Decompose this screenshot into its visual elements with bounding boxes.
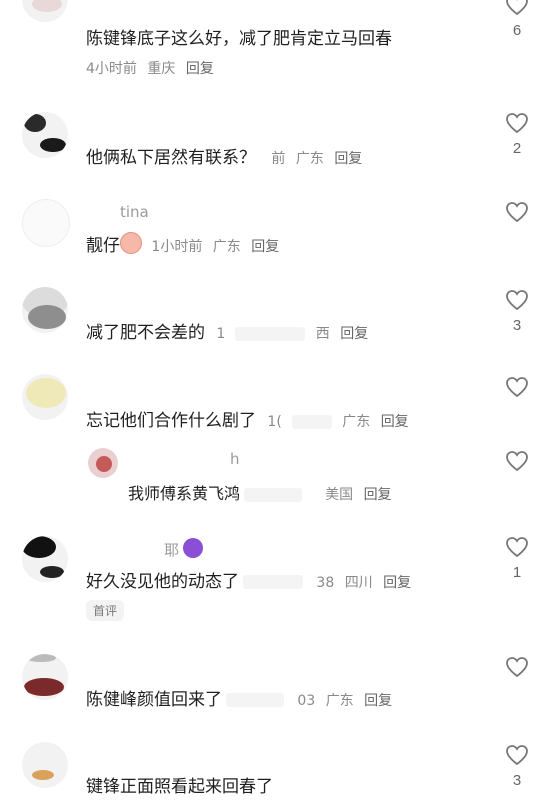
heart-outline-icon[interactable]: [505, 536, 529, 558]
comment-location: 西: [315, 326, 330, 342]
comment-text: 陈健峰颜值回来了 03 广东 回复: [86, 685, 398, 710]
heart-outline-icon[interactable]: [505, 0, 529, 16]
reply-button[interactable]: 回复: [383, 575, 411, 591]
user-avatar[interactable]: [22, 112, 68, 158]
comment-item: 他俩私下居然有联系？ 前 广东 回复 2: [0, 110, 552, 190]
comment-time: 1: [216, 326, 226, 342]
comment-meta: 1 西 回复: [216, 326, 374, 342]
heart-outline-icon[interactable]: [505, 450, 529, 472]
like-control[interactable]: 3: [502, 744, 532, 789]
commenter-name-text: 耶: [164, 541, 180, 559]
like-control[interactable]: [502, 376, 532, 404]
comment-meta: 美国 回复: [319, 487, 397, 503]
comment-location: 广东: [212, 239, 241, 255]
reply-button[interactable]: 回复: [381, 414, 409, 430]
comment-location: 美国: [325, 487, 354, 503]
comment-time: 1小时前: [151, 239, 203, 255]
comment-text: 忘记他们合作什么剧了 1( 广东 回复: [86, 406, 415, 431]
comment-text: 他俩私下居然有联系？ 前 广东 回复: [86, 143, 368, 168]
comment-item: tina 靓仔 1小时前 广东 回复: [0, 195, 552, 275]
comment-text: 减了肥不会差的 1 西 回复: [86, 318, 374, 343]
comment-item: 陈健峰颜值回来了 03 广东 回复: [0, 652, 552, 732]
comment-item: 键锋正面照看起来回春了 3: [0, 740, 552, 805]
heart-outline-icon[interactable]: [505, 376, 529, 398]
heart-outline-icon[interactable]: [505, 201, 529, 223]
like-count: 1: [512, 564, 522, 581]
comment-text: 我师傅系黄飞鸿 美国 回复: [128, 480, 398, 504]
reply-button[interactable]: 回复: [364, 487, 392, 503]
like-count: 3: [512, 317, 522, 334]
comment-meta: 1( 广东 回复: [267, 414, 414, 430]
heart-outline-icon[interactable]: [505, 656, 529, 678]
comment-time: 38: [316, 575, 335, 591]
like-control[interactable]: 2: [502, 112, 532, 157]
first-comment-badge: 首评: [86, 600, 125, 621]
comment-text: 键锋正面照看起来回春了: [86, 777, 273, 797]
comment-location: 广东: [342, 414, 371, 430]
like-control[interactable]: 6: [502, 0, 532, 39]
comment-location: 广东: [295, 151, 324, 167]
heart-outline-icon[interactable]: [505, 112, 529, 134]
user-avatar[interactable]: [22, 374, 68, 420]
reply-button[interactable]: 回复: [334, 151, 362, 167]
comment-time: 1(: [267, 414, 282, 430]
heart-outline-icon[interactable]: [505, 289, 529, 311]
comment-text-content: 好久没见他的动态了: [86, 572, 239, 592]
like-count: 3: [512, 772, 522, 789]
like-control[interactable]: 3: [502, 289, 532, 334]
like-control[interactable]: [502, 201, 532, 229]
comment-time: 03: [297, 693, 316, 709]
reply-button[interactable]: 回复: [186, 61, 214, 77]
comment-text: 靓仔 1小时前 广东 回复: [86, 231, 285, 256]
reply-button[interactable]: 回复: [340, 326, 368, 342]
comment-item: 忘记他们合作什么剧了 1( 广东 回复: [0, 372, 552, 442]
comment-location: 四川: [344, 575, 373, 591]
commenter-name: h: [230, 450, 240, 468]
like-control[interactable]: [502, 450, 532, 478]
like-control[interactable]: [502, 656, 532, 684]
comment-text-content: 减了肥不会差的: [86, 323, 205, 343]
comment-item: 减了肥不会差的 1 西 回复 3: [0, 285, 552, 365]
comment-text: 陈键锋底子这么好，减了肥肯定立马回春: [86, 29, 392, 49]
pig-face-emoji-icon: [120, 232, 142, 254]
like-control[interactable]: 1: [502, 536, 532, 581]
comment-text-content: 靓仔: [86, 236, 120, 256]
comment-text: 好久没见他的动态了 38 四川 回复: [86, 567, 417, 592]
comment-location: 重庆: [147, 61, 176, 77]
smiling-devil-emoji-icon: [183, 538, 204, 558]
like-count: 6: [512, 22, 522, 39]
user-avatar[interactable]: [22, 287, 68, 333]
heart-outline-icon[interactable]: [505, 744, 529, 766]
comment-text-content: 忘记他们合作什么剧了: [86, 411, 256, 431]
comment-meta: 4小时前 重庆 回复: [86, 58, 220, 78]
comment-meta: 1小时前 广东 回复: [151, 239, 285, 255]
like-count: 2: [512, 140, 522, 157]
user-avatar[interactable]: [22, 199, 70, 247]
user-avatar[interactable]: [22, 536, 68, 582]
reply-item: h 我师傅系黄飞鸿 美国 回复: [0, 446, 552, 516]
comment-time: 前: [271, 151, 286, 167]
reply-button[interactable]: 回复: [251, 239, 279, 255]
comment-text-content: 他俩私下居然有联系？: [86, 148, 256, 168]
comment-time: 4小时前: [86, 61, 137, 77]
user-avatar[interactable]: [22, 654, 68, 700]
comment-text-content: 陈健峰颜值回来了: [86, 690, 222, 710]
comment-meta: 38 四川 回复: [316, 575, 417, 591]
comment-location: 广东: [325, 693, 354, 709]
comment-meta: 前 广东 回复: [271, 151, 368, 167]
comment-item: 耶 好久没见他的动态了 38 四川 回复 首评 1: [0, 532, 552, 632]
reply-button[interactable]: 回复: [364, 693, 392, 709]
comment-meta: 03 广东 回复: [297, 693, 398, 709]
user-avatar[interactable]: [88, 448, 118, 478]
user-avatar[interactable]: [22, 0, 68, 22]
user-avatar[interactable]: [22, 742, 68, 788]
comment-text-content: 我师傅系黄飞鸿: [128, 484, 241, 503]
comment-item: 陈键锋底子这么好，减了肥肯定立马回春 4小时前 重庆 回复 6: [0, 0, 552, 100]
commenter-name: tina: [120, 203, 149, 221]
commenter-name: 耶: [164, 538, 204, 560]
